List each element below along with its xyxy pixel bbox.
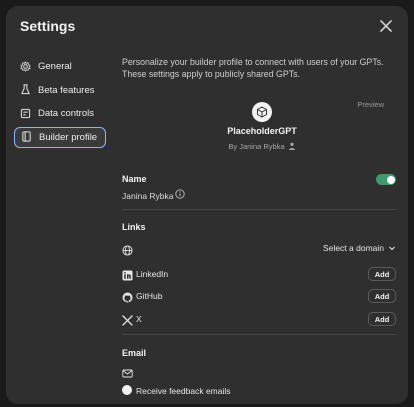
divider bbox=[122, 334, 396, 335]
sidebar-item-beta-features[interactable]: Beta features bbox=[14, 80, 106, 101]
github-label: GitHub bbox=[136, 291, 163, 301]
linkedin-icon bbox=[122, 268, 133, 281]
sidebar-item-label: General bbox=[38, 61, 72, 72]
gear-icon bbox=[20, 60, 32, 73]
add-x-button[interactable]: Add bbox=[368, 312, 396, 326]
sidebar-item-label: Data controls bbox=[38, 108, 94, 119]
sidebar-item-data-controls[interactable]: Data controls bbox=[14, 103, 106, 124]
builder-intro-text: Personalize your builder profile to conn… bbox=[122, 57, 384, 79]
sidebar-item-label: Beta features bbox=[38, 84, 95, 96]
name-section-label: Name bbox=[122, 174, 147, 184]
x-logo-icon bbox=[122, 313, 133, 326]
sidebar-item-label: Builder profile bbox=[39, 131, 98, 143]
add-linkedin-button[interactable]: Add bbox=[368, 267, 396, 281]
mail-icon bbox=[122, 366, 133, 378]
settings-sidebar: General Beta features Data controls Buil… bbox=[14, 56, 106, 150]
globe-icon bbox=[122, 243, 133, 256]
dialog-header: Settings bbox=[6, 6, 408, 46]
builder-name-value: Janina Rybka bbox=[122, 191, 174, 201]
feedback-label: Receive feedback emails bbox=[136, 386, 231, 396]
feedback-radio[interactable] bbox=[122, 385, 132, 395]
gpt-avatar bbox=[252, 102, 272, 122]
settings-dialog: Settings General Beta features Data cont… bbox=[6, 6, 408, 404]
chevron-down-icon bbox=[389, 246, 395, 251]
dialog-title: Settings bbox=[20, 18, 76, 34]
close-icon[interactable] bbox=[378, 18, 394, 34]
links-section-label: Links bbox=[122, 222, 146, 232]
cube-icon bbox=[257, 106, 267, 118]
gpt-name: PlaceholderGPT bbox=[227, 126, 297, 136]
github-icon bbox=[122, 290, 133, 303]
person-icon bbox=[288, 142, 295, 150]
preview-label: Preview bbox=[357, 100, 384, 109]
database-icon bbox=[20, 108, 32, 120]
info-icon[interactable] bbox=[175, 189, 185, 199]
gpt-author: By Janina Rybka bbox=[228, 142, 285, 151]
name-visibility-toggle[interactable] bbox=[376, 174, 396, 185]
gpt-by-line: By Janina Rybka bbox=[122, 142, 402, 151]
add-github-button[interactable]: Add bbox=[368, 289, 396, 303]
domain-select-value: Select a domain bbox=[323, 243, 384, 253]
linkedin-label: LinkedIn bbox=[136, 269, 169, 279]
divider bbox=[122, 209, 396, 210]
builder-profile-panel: Personalize your builder profile to conn… bbox=[122, 56, 396, 396]
domain-select[interactable]: Select a domain bbox=[323, 243, 396, 253]
email-section-label: Email bbox=[122, 348, 147, 358]
x-label: X bbox=[136, 314, 142, 324]
flask-icon bbox=[20, 84, 32, 96]
id-card-icon bbox=[21, 131, 33, 143]
sidebar-item-builder-profile[interactable]: Builder profile bbox=[14, 126, 106, 148]
sidebar-item-general[interactable]: General bbox=[14, 56, 106, 77]
